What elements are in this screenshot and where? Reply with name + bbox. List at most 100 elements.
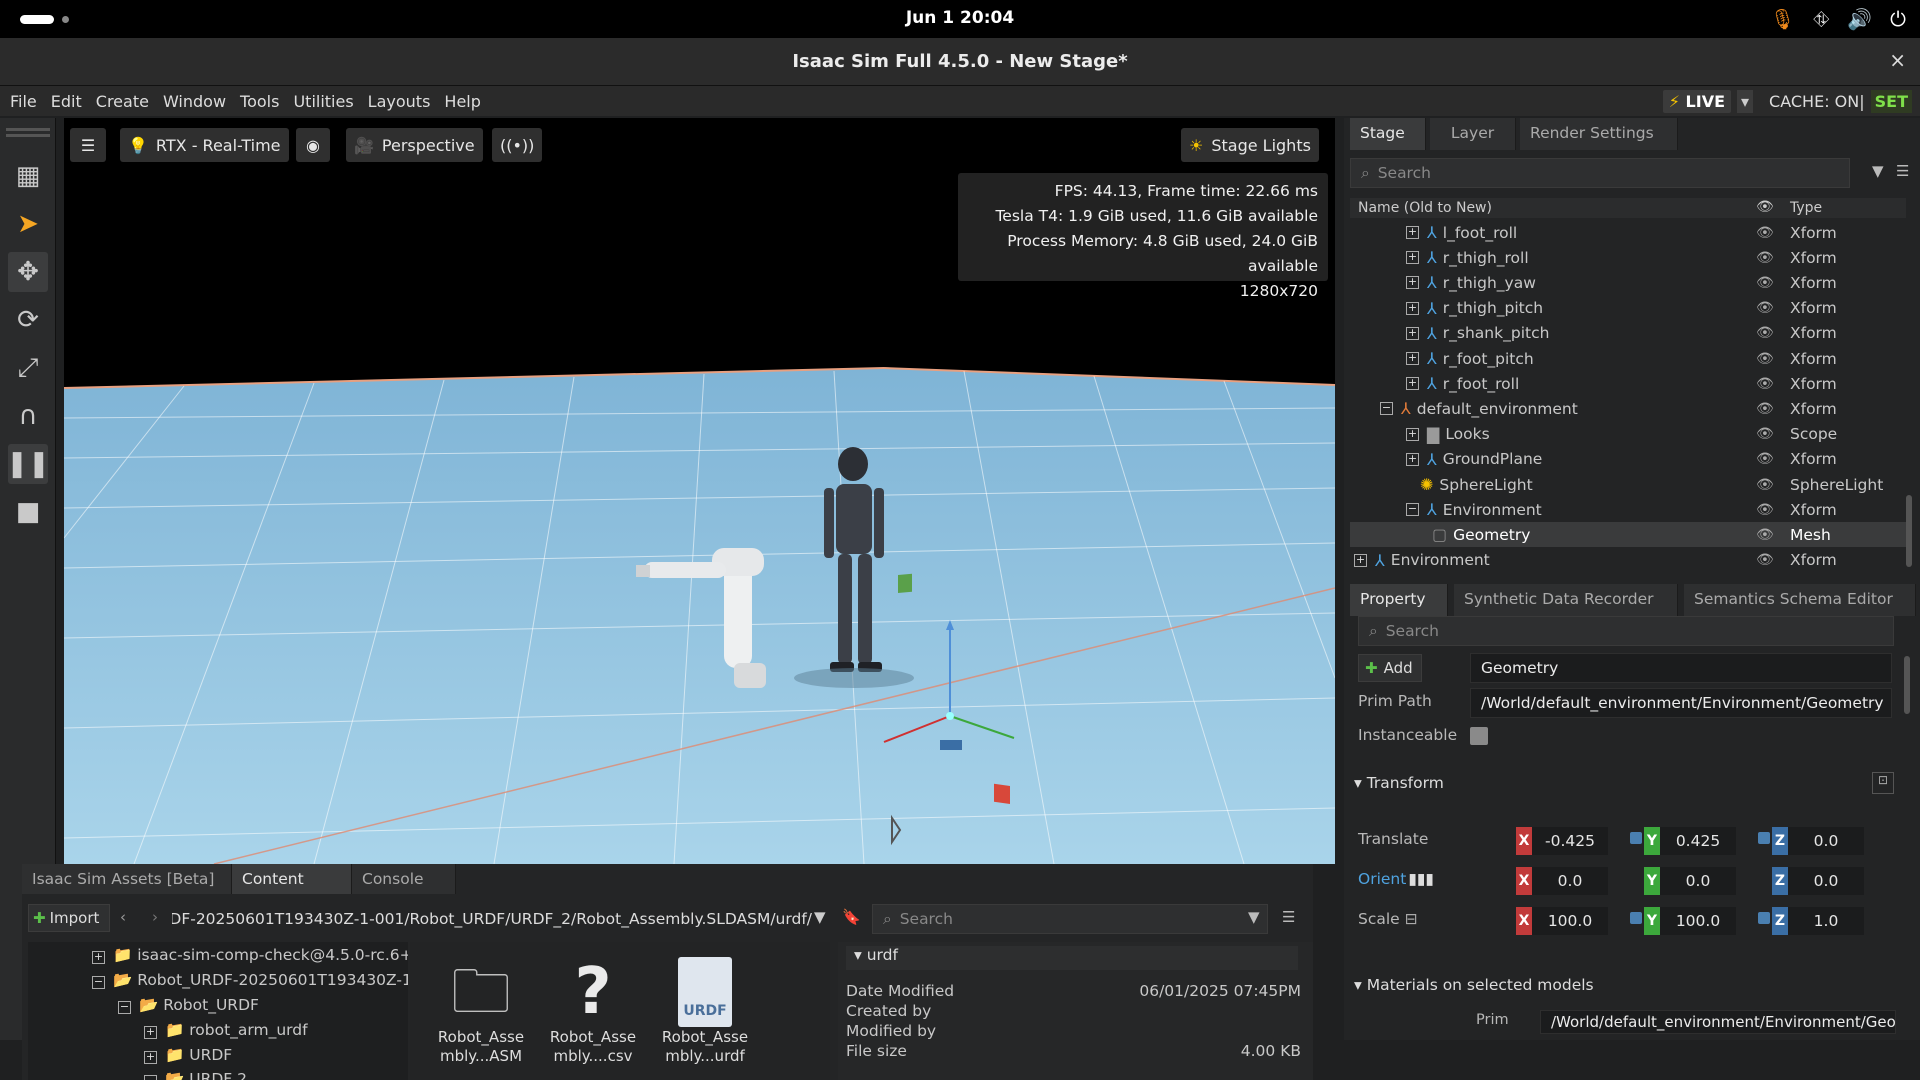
stage-tree-row[interactable]: ✺ SphereLight 👁 SphereLight	[1350, 472, 1906, 497]
eye-icon[interactable]: 👁	[1756, 275, 1774, 291]
eye-icon[interactable]: 👁	[1756, 552, 1774, 568]
tree-item-robot-urdf[interactable]: − 📂 Robot_URDF	[118, 996, 259, 1014]
stage-search-input[interactable]: ⌕ Search	[1350, 158, 1850, 188]
content-path-field[interactable]: URDF-20250601T193430Z-1-001/Robot_URDF/U…	[172, 910, 812, 928]
stage-tree-row[interactable]: + ⅄ r_shank_pitch 👁 Xform	[1350, 321, 1906, 346]
eye-icon[interactable]: 👁	[1756, 325, 1774, 341]
tree-item-urdf-2[interactable]: −📂 URDF 2	[144, 1070, 247, 1080]
menu-layouts[interactable]: Layouts	[368, 92, 431, 111]
expand-icon[interactable]: +	[1406, 352, 1419, 365]
network-icon[interactable]: ⛗	[1813, 7, 1829, 31]
prim-path-field[interactable]: /World/default_environment/Environment/G…	[1470, 688, 1892, 718]
microphone-icon[interactable]: 🎙	[1770, 7, 1795, 31]
filter-icon[interactable]: ▼	[1248, 908, 1260, 926]
camera-button[interactable]: 🎥 Perspective	[346, 128, 483, 162]
eye-icon[interactable]: 👁	[1756, 351, 1774, 367]
expand-icon[interactable]: +	[1406, 276, 1419, 290]
tab-render-settings[interactable]: Render Settings	[1520, 118, 1678, 150]
menu-help[interactable]: Help	[444, 92, 480, 111]
tab-semantics-schema-editor[interactable]: Semantics Schema Editor	[1684, 584, 1916, 616]
eye-icon[interactable]: 👁	[1756, 477, 1774, 493]
scale-y-field[interactable]: 100.0	[1660, 907, 1736, 935]
tree-item-isaac-sim[interactable]: + 📁 isaac-sim-comp-check@4.5.0-rc.6+r	[92, 946, 408, 964]
menu-icon[interactable]: ☰	[1282, 908, 1295, 926]
stage-tree-row[interactable]: + ⅄ r_thigh_pitch 👁 Xform	[1350, 296, 1906, 321]
file-tile-csv[interactable]: ? Robot_Asse mbly....csv	[548, 956, 638, 1066]
details-folder-header[interactable]: ▾ urdf	[846, 946, 1298, 970]
stage-lights-button[interactable]: ☀ Stage Lights	[1181, 128, 1319, 162]
menu-utilities[interactable]: Utilities	[293, 92, 353, 111]
expand-icon[interactable]: +	[1406, 301, 1419, 315]
expand-icon[interactable]: +	[1406, 377, 1419, 391]
select-arrow-icon[interactable]: ➤	[8, 204, 48, 244]
collapse-icon[interactable]: −	[1380, 402, 1393, 416]
translate-x-lock-icon[interactable]	[1630, 832, 1642, 844]
system-clock[interactable]: Jun 1 20:04	[0, 8, 1920, 28]
translate-z-field[interactable]: 0.0	[1788, 827, 1864, 855]
tab-console[interactable]: Console	[352, 864, 456, 894]
stage-tree-row[interactable]: − ⅄ Environment 👁 Xform	[1350, 497, 1906, 522]
prim-name-field[interactable]: Geometry	[1470, 653, 1892, 683]
scale-icon[interactable]: ⤢	[8, 348, 48, 388]
expand-icon[interactable]: +	[1406, 452, 1419, 466]
audio-button[interactable]: ((•))	[492, 128, 543, 162]
tab-property[interactable]: Property	[1350, 584, 1448, 616]
renderer-button[interactable]: 💡 RTX - Real-Time	[120, 128, 289, 162]
eye-icon[interactable]: 👁	[1756, 250, 1774, 266]
stage-scrollbar[interactable]	[1906, 495, 1912, 567]
import-button[interactable]: ✚ Import	[28, 904, 110, 932]
eye-icon[interactable]: 👁	[1756, 527, 1774, 543]
eye-icon[interactable]: 👁	[1756, 199, 1774, 215]
orient-label[interactable]: Orient ▮▮▮	[1358, 870, 1434, 888]
file-tile-urdf[interactable]: URDF Robot_Asse mbly...urdf	[660, 956, 750, 1066]
file-tile-asm-folder[interactable]: 🗀 Robot_Asse mbly...ASM	[436, 956, 526, 1066]
menu-tools[interactable]: Tools	[240, 92, 279, 111]
forward-arrow-icon[interactable]: ›	[152, 908, 158, 926]
collapse-icon[interactable]: −	[1406, 503, 1419, 517]
expand-icon[interactable]: +	[1406, 226, 1419, 239]
material-prim-field[interactable]: /World/default_environment/Environment/G…	[1540, 1010, 1896, 1034]
rotate-icon[interactable]: ⟳	[8, 300, 48, 340]
expand-icon[interactable]: +	[1406, 251, 1419, 265]
tab-synthetic-data-recorder[interactable]: Synthetic Data Recorder	[1454, 584, 1678, 616]
back-arrow-icon[interactable]: ‹	[120, 908, 126, 926]
power-icon[interactable]: ⏻	[1890, 7, 1906, 31]
eye-icon[interactable]: 👁	[1756, 401, 1774, 417]
tree-item-urdf[interactable]: + 📁 URDF	[144, 1046, 232, 1064]
menu-icon[interactable]: ☰	[1896, 162, 1909, 180]
translate-y-field[interactable]: 0.425	[1660, 827, 1736, 855]
tab-isaac-sim-assets[interactable]: Isaac Sim Assets [Beta]	[22, 864, 232, 894]
expand-icon[interactable]: +	[1406, 326, 1419, 340]
menu-create[interactable]: Create	[96, 92, 149, 111]
tab-layer[interactable]: Layer	[1430, 118, 1516, 150]
stage-tree-row[interactable]: + ⅄ r_foot_pitch 👁 Xform	[1350, 346, 1906, 371]
expand-icon[interactable]: +	[1354, 553, 1367, 567]
move-icon[interactable]: ✥	[8, 252, 48, 292]
orient-y-field[interactable]: 0.0	[1660, 867, 1736, 895]
eye-icon[interactable]: 👁	[1756, 451, 1774, 467]
transform-section-header[interactable]: ▾ Transform	[1354, 774, 1444, 792]
content-search-input[interactable]: ⌕ Search	[872, 904, 1268, 934]
select-mode-icon[interactable]: ▦	[8, 156, 48, 196]
visibility-button[interactable]: ◉	[296, 128, 330, 162]
tab-content[interactable]: Content	[232, 864, 352, 894]
property-scrollbar[interactable]	[1904, 656, 1910, 714]
instanceable-checkbox[interactable]	[1470, 727, 1488, 745]
stage-tree-row[interactable]: + ⅄ l_foot_roll 👁 Xform	[1350, 220, 1906, 245]
stage-tree-row[interactable]: + ⅄ r_thigh_yaw 👁 Xform	[1350, 270, 1906, 295]
link-icon[interactable]: ⊟	[1405, 910, 1418, 928]
orient-x-field[interactable]: 0.0	[1532, 867, 1608, 895]
viewport-settings-button[interactable]: ☰	[70, 128, 106, 162]
transform-options-icon[interactable]: ⊡	[1872, 772, 1894, 794]
orient-z-field[interactable]: 0.0	[1788, 867, 1864, 895]
tree-item-robot-urdf-root[interactable]: − 📂 Robot_URDF-20250601T193430Z-1-	[92, 971, 408, 989]
stage-tree-row[interactable]: ▢ Geometry 👁 Mesh	[1350, 522, 1906, 548]
close-icon[interactable]: ×	[1889, 48, 1906, 72]
translate-y-lock-icon[interactable]	[1758, 832, 1770, 844]
stage-tree-row[interactable]: + ⅄ r_thigh_roll 👁 Xform	[1350, 245, 1906, 270]
scale-y-lock-icon[interactable]	[1758, 912, 1770, 924]
snap-icon[interactable]: ∩	[8, 396, 48, 436]
live-button[interactable]: ⚡ LIVE	[1662, 89, 1732, 113]
eye-icon[interactable]: 👁	[1756, 426, 1774, 442]
menu-window[interactable]: Window	[163, 92, 226, 111]
